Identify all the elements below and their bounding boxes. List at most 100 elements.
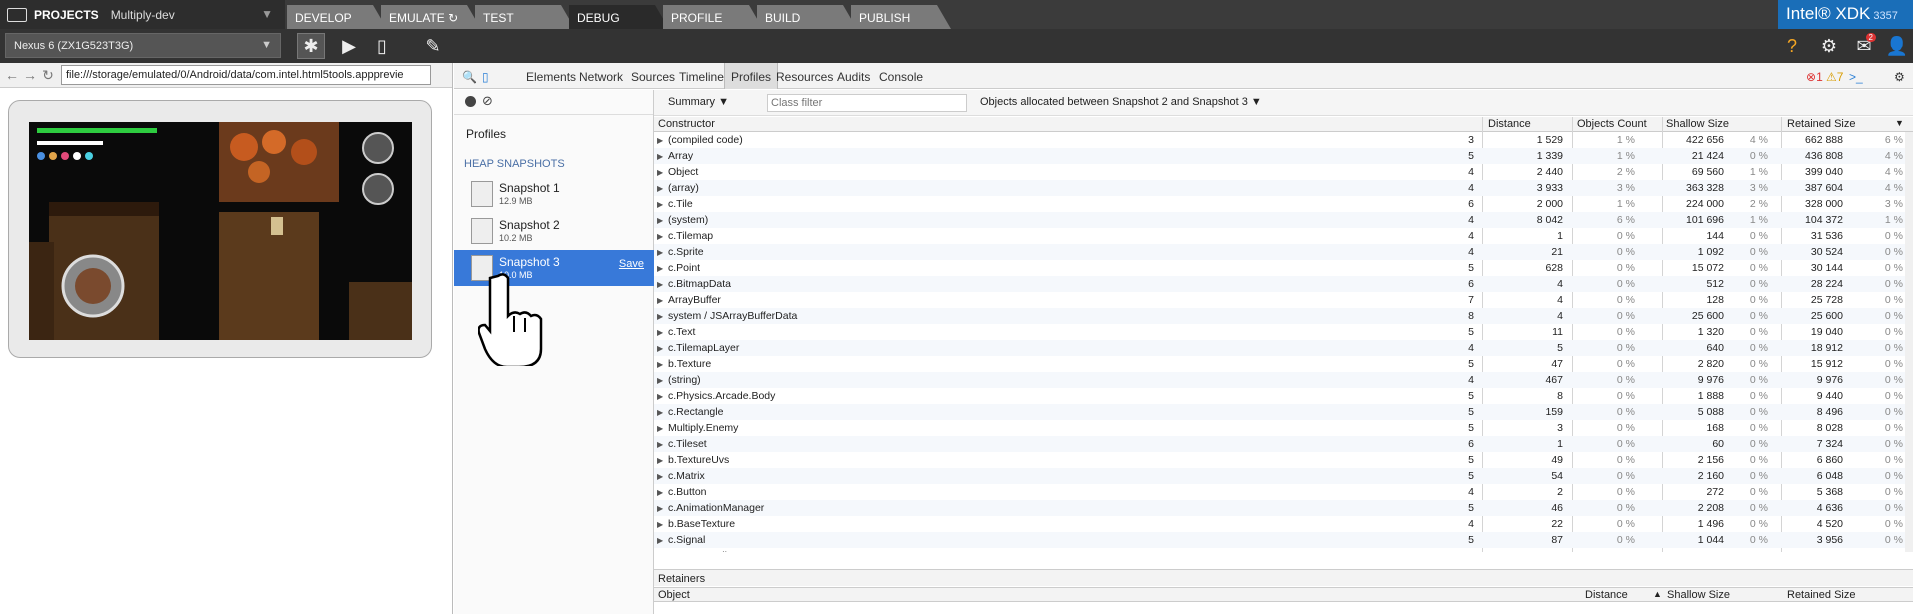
view-select[interactable]: Summary ▼	[664, 94, 744, 112]
table-row[interactable]: ▶ Array 5 1 339 1 % 21 424 0 % 436 808 4 %	[654, 148, 1905, 164]
expand-icon[interactable]: ▶	[657, 232, 663, 241]
table-row[interactable]: ▶ system / JSArrayBufferData 8 4 0 % 25 600 0 …	[654, 308, 1905, 324]
expand-icon[interactable]: ▶	[657, 360, 663, 369]
expand-icon[interactable]: ▶	[657, 264, 663, 273]
expand-icon[interactable]: ▶	[657, 248, 663, 257]
tab-audits[interactable]: Audits	[837, 63, 870, 89]
tab-profiles[interactable]: Profiles	[724, 63, 779, 89]
tab-test[interactable]: TEST	[475, 5, 575, 29]
expand-icon[interactable]: ▶	[657, 392, 663, 401]
expand-icon[interactable]: ▶	[657, 456, 663, 465]
table-row[interactable]: ▶ c.Signal 5 87 0 % 1 044 0 % 3 956 0 %	[654, 532, 1905, 548]
gear-icon[interactable]: ⚙	[1815, 33, 1843, 59]
table-row[interactable]: ▶ c.Text 5 11 0 % 1 320 0 % 19 040 0 %	[654, 324, 1905, 340]
sort-asc-icon[interactable]: ▲	[1653, 589, 1662, 599]
expand-icon[interactable]: ▶	[657, 280, 663, 289]
snapshot-2[interactable]: Snapshot 2 10.2 MB	[454, 213, 654, 249]
mobile-icon[interactable]: ▯	[482, 63, 489, 89]
debug-bug-icon[interactable]: ✱	[297, 33, 325, 59]
tab-network[interactable]: Network	[579, 63, 623, 89]
expand-icon[interactable]: ▶	[657, 200, 663, 209]
class-filter-input[interactable]	[767, 94, 967, 112]
expand-icon[interactable]: ▶	[657, 408, 663, 417]
tab-resources[interactable]: Resources	[776, 63, 833, 89]
tab-sources[interactable]: Sources	[631, 63, 675, 89]
device-icon[interactable]: ▯	[368, 33, 396, 59]
tab-elements[interactable]: Elements	[526, 63, 576, 89]
expand-icon[interactable]: ▶	[657, 184, 663, 193]
device-select[interactable]: Nexus 6 (ZX1G523T3G) ▼	[5, 33, 281, 58]
col-constructor[interactable]: Constructor	[658, 118, 715, 130]
table-row[interactable]: ▶ (array) 4 3 933 3 % 363 328 3 % 387 604 4 %	[654, 180, 1905, 196]
table-row[interactable]: ▶ c.Rectangle 5 159 0 % 5 088 0 % 8 496 0 %	[654, 404, 1905, 420]
expand-icon[interactable]: ▶	[657, 488, 663, 497]
table-row[interactable]: ▶ c.TilemapLayer 4 5 0 % 640 0 % 18 912 0 %	[654, 340, 1905, 356]
tab-console[interactable]: Console	[879, 63, 923, 89]
col-shallow-size[interactable]: Shallow Size	[1667, 589, 1730, 601]
snapshot-1[interactable]: Snapshot 1 12.9 MB	[454, 176, 654, 212]
gear-icon[interactable]: ⚙	[1894, 63, 1905, 89]
expand-icon[interactable]: ▶	[657, 440, 663, 449]
game-screen[interactable]	[29, 122, 412, 340]
table-row[interactable]: ▶ c.Button 4 2 0 % 272 0 % 5 368 0 %	[654, 484, 1905, 500]
warning-count[interactable]: ⚠7	[1826, 63, 1843, 89]
clear-icon[interactable]: ⊘	[482, 93, 493, 109]
tab-timeline[interactable]: Timeline	[679, 63, 724, 89]
forward-icon[interactable]: →	[21, 67, 39, 83]
tab-develop[interactable]: DEVELOP	[287, 5, 387, 29]
user-icon[interactable]: 👤	[1883, 33, 1911, 59]
col-retained-size[interactable]: Retained Size	[1787, 589, 1856, 601]
table-row[interactable]: ▶ c.Physics.Arcade.Body 5 8 0 % 1 888 0 % 9 440…	[654, 388, 1905, 404]
table-row[interactable]: ▶ (system) 4 8 042 6 % 101 696 1 % 104 372 1 %	[654, 212, 1905, 228]
console-drawer-icon[interactable]: >_	[1849, 63, 1863, 89]
play-icon[interactable]: ▶	[335, 33, 363, 59]
tab-profile[interactable]: PROFILE	[663, 5, 763, 29]
table-row[interactable]: ▶ (compiled code) 3 1 529 1 % 422 656 4 % 662 8…	[654, 132, 1905, 148]
edit-icon[interactable]: ✎	[419, 33, 447, 59]
expand-icon[interactable]: ▶	[657, 152, 663, 161]
table-row[interactable]: ▶ c.Matrix 5 54 0 % 2 160 0 % 6 048 0 %	[654, 468, 1905, 484]
table-row[interactable]: ▶ (string) 4 467 0 % 9 976 0 % 9 976 0 %	[654, 372, 1905, 388]
table-row[interactable]: ▶c.InputHandler520 %3040 %3 7840 %	[654, 548, 1905, 552]
tab-emulate[interactable]: EMULATE ↻	[381, 5, 481, 29]
sort-desc-icon[interactable]: ▼	[1895, 118, 1904, 128]
back-icon[interactable]: ←	[3, 67, 21, 83]
reload-icon[interactable]: ↻	[39, 67, 57, 84]
expand-icon[interactable]: ▶	[657, 504, 663, 513]
table-row[interactable]: ▶ c.AnimationManager 5 46 0 % 2 208 0 % 4 636 0 …	[654, 500, 1905, 516]
expand-icon[interactable]: ▶	[657, 344, 663, 353]
projects-menu[interactable]: PROJECTS Multiply-dev ▼	[0, 0, 285, 29]
tab-publish[interactable]: PUBLISH	[851, 5, 951, 29]
table-row[interactable]: ▶ b.TextureUvs 5 49 0 % 2 156 0 % 6 860 0 %	[654, 452, 1905, 468]
col-distance[interactable]: Distance	[1488, 118, 1531, 130]
chevron-down-icon[interactable]: ▼	[261, 7, 273, 21]
record-icon[interactable]	[465, 96, 476, 107]
col-retained-size[interactable]: Retained Size	[1787, 118, 1856, 130]
col-objects-count[interactable]: Objects Count	[1577, 118, 1647, 130]
expand-icon[interactable]: ▶	[657, 328, 663, 337]
table-row[interactable]: ▶ c.Sprite 4 21 0 % 1 092 0 % 30 524 0 %	[654, 244, 1905, 260]
expand-icon[interactable]: ▶	[657, 520, 663, 529]
table-row[interactable]: ▶ c.Tile 6 2 000 1 % 224 000 2 % 328 000 3 %	[654, 196, 1905, 212]
url-field[interactable]: file:///storage/emulated/0/Android/data/…	[61, 65, 431, 85]
col-distance[interactable]: Distance	[1585, 589, 1628, 601]
expand-icon[interactable]: ▶	[657, 168, 663, 177]
expand-icon[interactable]: ▶	[657, 424, 663, 433]
help-icon[interactable]: ?	[1778, 33, 1806, 59]
error-count[interactable]: ⊗1	[1806, 63, 1823, 89]
tab-build[interactable]: BUILD	[757, 5, 857, 29]
expand-icon[interactable]: ▶	[657, 536, 663, 545]
expand-icon[interactable]: ▶	[657, 472, 663, 481]
table-row[interactable]: ▶ c.BitmapData 6 4 0 % 512 0 % 28 224 0 %	[654, 276, 1905, 292]
table-row[interactable]: ▶ b.BaseTexture 4 22 0 % 1 496 0 % 4 520 0 %	[654, 516, 1905, 532]
col-object[interactable]: Object	[658, 589, 690, 601]
table-row[interactable]: ▶ Object 4 2 440 2 % 69 560 1 % 399 040 4 %	[654, 164, 1905, 180]
table-row[interactable]: ▶ c.Tilemap 4 1 0 % 144 0 % 31 536 0 %	[654, 228, 1905, 244]
expand-icon[interactable]: ▶	[657, 376, 663, 385]
expand-icon[interactable]: ▶	[657, 136, 663, 145]
expand-icon[interactable]: ▶	[657, 312, 663, 321]
table-row[interactable]: ▶ c.Tileset 6 1 0 % 60 0 % 7 324 0 %	[654, 436, 1905, 452]
table-row[interactable]: ▶ b.Texture 5 47 0 % 2 820 0 % 15 912 0 %	[654, 356, 1905, 372]
table-row[interactable]: ▶ ArrayBuffer 7 4 0 % 128 0 % 25 728 0 %	[654, 292, 1905, 308]
tab-debug[interactable]: DEBUG	[569, 5, 669, 29]
